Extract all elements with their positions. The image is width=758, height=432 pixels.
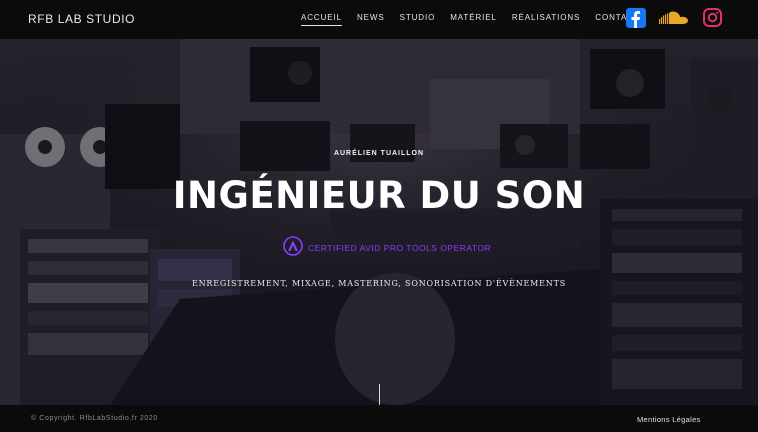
legal-notice-link[interactable]: Mentions Légales <box>637 415 701 424</box>
hero-title: INGÉNIEUR DU SON <box>172 174 586 217</box>
nav-item-studio[interactable]: STUDIO <box>400 13 436 26</box>
nav-item-realisations[interactable]: RÉALISATIONS <box>512 13 580 26</box>
engineer-name: AURÉLIEN TUAILLON <box>333 150 425 157</box>
certification-badge: CERTIFIED AVID PRO TOOLS OPERATOR <box>283 235 492 261</box>
certification-text: CERTIFIED AVID PRO TOOLS OPERATOR <box>308 243 492 253</box>
scroll-indicator[interactable] <box>379 384 380 405</box>
site-brand[interactable]: RFB LAB STUDIO <box>28 12 135 26</box>
soundcloud-icon[interactable] <box>659 11 689 30</box>
services-subtitle: ENREGISTREMENT, MIXAGE, MASTERING, SONOR… <box>191 279 567 288</box>
instagram-icon[interactable] <box>703 8 722 32</box>
avid-logo-icon <box>283 235 303 261</box>
site-footer: © Copyright. RfbLabStudio.fr 2020 Mentio… <box>0 405 758 432</box>
site-header: RFB LAB STUDIO ACCUEIL NEWS STUDIO MATÉR… <box>0 0 758 39</box>
hero-overlay <box>0 39 758 405</box>
hero-section: AURÉLIEN TUAILLON INGÉNIEUR DU SON CERTI… <box>0 39 758 405</box>
nav-item-materiel[interactable]: MATÉRIEL <box>450 13 497 26</box>
nav-item-news[interactable]: NEWS <box>357 13 385 26</box>
facebook-icon[interactable] <box>626 8 646 33</box>
nav-item-accueil[interactable]: ACCUEIL <box>301 13 342 26</box>
main-nav: ACCUEIL NEWS STUDIO MATÉRIEL RÉALISATION… <box>301 13 655 26</box>
copyright-text: © Copyright. RfbLabStudio.fr 2020 <box>31 415 158 422</box>
